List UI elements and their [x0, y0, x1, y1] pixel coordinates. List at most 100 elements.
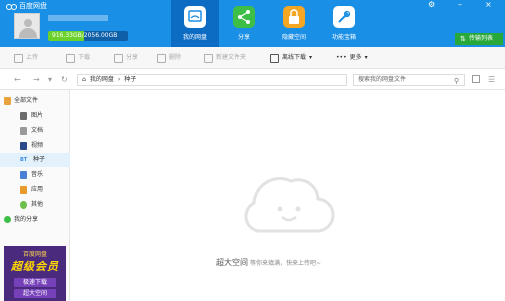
sidebar-item-music[interactable]: 音乐	[0, 168, 70, 182]
tab-toolbox-label: 功能宝箱	[331, 34, 356, 41]
sidebar-item-apps[interactable]: 应用	[0, 183, 70, 197]
storage-quota-bar: 916.33GB/2056.00GB	[48, 31, 128, 41]
video-icon	[20, 142, 27, 150]
promo-feature-speed: 极速下载	[14, 278, 56, 287]
settings-icon[interactable]: ⚙	[428, 1, 435, 9]
home-icon[interactable]: ⌂	[82, 75, 86, 85]
sidebar-item-videos[interactable]: 视频	[0, 139, 70, 153]
file-list-area: 超大空间 等你来填满，快来上传吧~	[71, 91, 505, 301]
sidebar-item-documents[interactable]: 文档	[0, 124, 70, 138]
my-disk-icon	[184, 6, 206, 28]
breadcrumb-current: 种子	[124, 76, 137, 83]
sidebar-item-other[interactable]: 其他	[0, 198, 70, 212]
share-tool-icon	[114, 53, 123, 63]
sidebar-item-label: 种子	[33, 156, 46, 163]
search-icon[interactable]: ⚲	[454, 76, 459, 86]
sidebar-item-label: 应用	[31, 186, 44, 193]
minimize-icon[interactable]: –	[458, 1, 462, 9]
empty-cloud-icon	[244, 177, 335, 233]
toolbar: 上传 下载 分享 删除 新建文件夹 离线下载 ▾ ••• 更多 ▾	[0, 47, 505, 69]
tab-my-disk-label: 我的网盘	[182, 34, 207, 41]
upload-label: 上传	[26, 54, 39, 61]
avatar[interactable]	[14, 13, 40, 39]
new-folder-label: 新建文件夹	[216, 54, 247, 61]
download-button[interactable]: 下载	[66, 47, 90, 69]
chevron-down-icon: ▾	[364, 54, 368, 61]
new-folder-icon	[204, 53, 213, 63]
tab-hidden-space-label: 隐藏空间	[281, 34, 306, 41]
avatar-head	[24, 19, 32, 27]
transfer-list-button[interactable]: ⇅ 传输列表	[455, 33, 503, 45]
sidebar-item-pictures[interactable]: 图片	[0, 109, 70, 123]
bt-icon: BT	[20, 157, 28, 163]
sidebar-item-my-shares[interactable]: 我的分享	[0, 213, 70, 227]
tab-share-label: 分享	[237, 34, 250, 41]
app-logo: 百度网盘	[6, 1, 47, 11]
address-bar: ← → ▾ ↻ ⌂ 我的网盘 › 种子 搜索我的网盘文件 ⚲ ☰	[0, 70, 505, 90]
breadcrumb-root[interactable]: 我的网盘	[90, 75, 114, 85]
download-label: 下载	[78, 54, 91, 61]
sidebar-item-torrents[interactable]: BT 种子	[0, 153, 70, 167]
app-icon	[20, 186, 27, 194]
app-window: 百度网盘 916.33GB/2056.00GB 我的网盘 分享 隐藏空间 功能宝…	[0, 0, 505, 301]
sidebar-item-label: 我的分享	[14, 216, 39, 223]
refresh-icon[interactable]: ↻	[61, 75, 68, 85]
more-label: 更多	[349, 54, 362, 61]
document-icon	[20, 127, 27, 135]
list-view-icon[interactable]: ☰	[488, 75, 495, 85]
download-icon	[66, 53, 75, 63]
sidebar-item-all-files[interactable]: 全部文件	[0, 94, 70, 108]
tab-my-disk[interactable]: 我的网盘	[171, 0, 219, 47]
super-vip-promo-banner[interactable]: 百度网盘 超级会员 极速下载 超大空间	[4, 246, 66, 301]
picture-icon	[20, 112, 27, 120]
storage-quota-text: 916.33GB/2056.00GB	[52, 32, 118, 39]
upload-button[interactable]: 上传	[14, 47, 38, 69]
sidebar-item-label: 图片	[31, 112, 44, 119]
folder-icon	[4, 97, 11, 105]
app-name: 百度网盘	[19, 2, 47, 10]
share-small-icon	[4, 216, 11, 223]
close-icon[interactable]: ×	[485, 1, 492, 9]
trash-icon	[157, 53, 166, 63]
sidebar-item-label: 音乐	[31, 171, 44, 178]
promo-title: 超级会员	[11, 260, 59, 273]
search-input[interactable]: 搜索我的网盘文件 ⚲	[353, 74, 465, 86]
share-button[interactable]: 分享	[114, 47, 138, 69]
sidebar-item-label: 文档	[31, 127, 44, 134]
tab-share[interactable]: 分享	[220, 0, 268, 47]
share-label: 分享	[126, 54, 139, 61]
back-arrow-icon[interactable]: ←	[14, 75, 21, 85]
sidebar-item-label: 视频	[31, 142, 44, 149]
username-placeholder	[48, 15, 108, 21]
transfer-icon: ⇅	[460, 35, 466, 43]
new-folder-button[interactable]: 新建文件夹	[204, 47, 246, 69]
more-dots-icon: •••	[336, 54, 347, 61]
promo-brand: 百度网盘	[22, 251, 47, 258]
breadcrumb: ⌂ 我的网盘 › 种子	[77, 74, 347, 86]
offline-download-button[interactable]: 离线下载 ▾	[270, 47, 312, 69]
delete-label: 删除	[169, 54, 182, 61]
forward-arrow-icon[interactable]: →	[33, 75, 40, 85]
offline-download-label: 离线下载	[282, 54, 307, 61]
empty-state-subtitle: 等你来填满，快来上传吧~	[250, 260, 322, 267]
promo-feature-space: 超大空间	[14, 289, 56, 298]
thumbnail-view-icon[interactable]	[472, 75, 480, 83]
more-button[interactable]: ••• 更多 ▾	[336, 47, 368, 69]
other-icon	[20, 201, 27, 209]
breadcrumb-separator-icon: ›	[117, 76, 121, 83]
tab-hidden-space[interactable]: 隐藏空间	[270, 0, 318, 47]
lock-icon	[283, 6, 305, 28]
upload-icon	[14, 53, 23, 63]
dropdown-arrow-icon[interactable]: ▾	[48, 75, 52, 85]
avatar-body	[19, 28, 37, 38]
delete-button[interactable]: 删除	[157, 47, 181, 69]
search-placeholder: 搜索我的网盘文件	[358, 76, 407, 83]
empty-state-title: 超大空间	[216, 258, 248, 267]
empty-state-message: 超大空间 等你来填满，快来上传吧~	[216, 257, 321, 268]
header-bar: 百度网盘 916.33GB/2056.00GB 我的网盘 分享 隐藏空间 功能宝…	[0, 0, 505, 47]
offline-download-icon	[270, 53, 279, 63]
baidu-cloud-logo-icon	[6, 3, 17, 10]
chevron-down-icon: ▾	[309, 54, 313, 61]
tab-toolbox[interactable]: 功能宝箱	[320, 0, 368, 47]
share-icon	[233, 6, 255, 28]
